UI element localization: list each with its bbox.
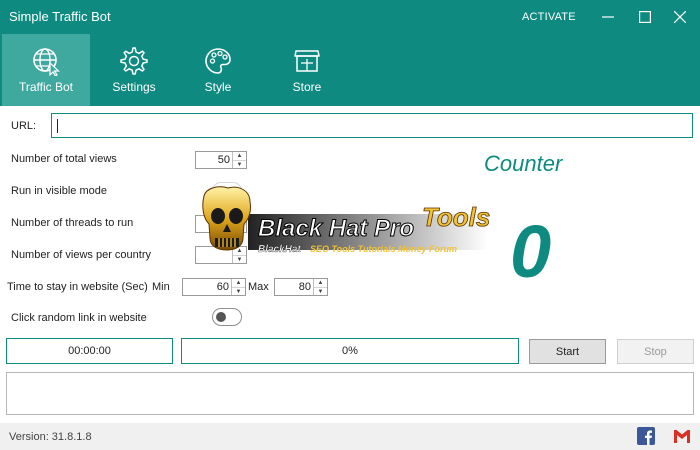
url-input[interactable] bbox=[51, 113, 693, 138]
counter-value: 0 bbox=[510, 210, 552, 293]
status-bar: Version: 31.8.1.8 bbox=[0, 423, 700, 450]
tab-style[interactable]: Style bbox=[174, 34, 262, 106]
gmail-icon[interactable] bbox=[672, 427, 690, 445]
random-link-toggle[interactable] bbox=[212, 308, 242, 326]
toggle-knob bbox=[216, 312, 226, 322]
max-stepper[interactable]: 80 ▲ ▼ bbox=[274, 278, 328, 296]
timer-value: 00:00:00 bbox=[68, 345, 111, 357]
visible-mode-label: Run in visible mode bbox=[11, 185, 107, 197]
nav-bar: Traffic Bot Settings Style Store bbox=[0, 34, 700, 106]
total-views-value: 50 bbox=[217, 154, 230, 166]
arrow-up-icon[interactable]: ▲ bbox=[232, 279, 245, 287]
progress-bar: 0% bbox=[181, 338, 519, 364]
random-link-label: Click random link in website bbox=[11, 312, 147, 324]
arrow-down-icon[interactable]: ▼ bbox=[233, 160, 246, 168]
text-caret bbox=[57, 119, 58, 133]
min-stepper[interactable]: 60 ▲ ▼ bbox=[182, 278, 246, 296]
activate-button[interactable]: ACTIVATE bbox=[522, 11, 576, 23]
views-per-country-label: Number of views per country bbox=[11, 249, 151, 261]
svg-text:Tools: Tools bbox=[422, 202, 490, 232]
tab-label: Store bbox=[292, 80, 322, 94]
close-button[interactable] bbox=[662, 0, 698, 34]
min-label: Min bbox=[152, 281, 170, 293]
stop-button[interactable]: Stop bbox=[617, 339, 694, 364]
url-label: URL: bbox=[11, 120, 37, 132]
min-value: 60 bbox=[216, 281, 229, 293]
timer-display: 00:00:00 bbox=[6, 338, 173, 364]
close-icon bbox=[674, 11, 686, 23]
max-value: 80 bbox=[298, 281, 311, 293]
stepper-arrows[interactable]: ▲▼ bbox=[231, 279, 245, 295]
stay-time-label: Time to stay in website (Sec) bbox=[7, 281, 148, 293]
svg-text:BlackHat: BlackHat bbox=[258, 244, 301, 255]
store-icon bbox=[291, 46, 323, 76]
tab-traffic-bot[interactable]: Traffic Bot bbox=[2, 34, 90, 106]
max-label: Max bbox=[248, 281, 269, 293]
minimize-icon bbox=[602, 16, 614, 18]
svg-text:Black Hat Pro: Black Hat Pro bbox=[258, 215, 414, 242]
tab-store[interactable]: Store bbox=[263, 34, 351, 106]
arrow-up-icon[interactable]: ▲ bbox=[314, 279, 327, 287]
total-views-label: Number of total views bbox=[11, 153, 117, 165]
stepper-arrows[interactable]: ▲▼ bbox=[232, 152, 246, 168]
maximize-icon bbox=[639, 11, 651, 23]
maximize-button[interactable] bbox=[627, 0, 663, 34]
progress-text: 0% bbox=[342, 345, 358, 357]
watermark-logo: Black Hat Pro Tools BlackHat SEO Tools T… bbox=[196, 186, 506, 268]
threads-label: Number of threads to run bbox=[11, 217, 134, 229]
skull-logo-icon: Black Hat Pro Tools BlackHat SEO Tools T… bbox=[202, 186, 491, 255]
globe-cursor-icon bbox=[30, 46, 62, 76]
counter-title: Counter bbox=[484, 151, 563, 176]
arrow-down-icon[interactable]: ▼ bbox=[314, 287, 327, 295]
svg-text:SEO Tools Tutorials Money Foru: SEO Tools Tutorials Money Forum bbox=[310, 244, 457, 254]
tab-settings[interactable]: Settings bbox=[90, 34, 178, 106]
palette-icon bbox=[202, 46, 234, 76]
arrow-down-icon[interactable]: ▼ bbox=[232, 287, 245, 295]
total-views-stepper[interactable]: 50 ▲ ▼ bbox=[195, 151, 247, 169]
start-button[interactable]: Start bbox=[529, 339, 606, 364]
log-output[interactable] bbox=[6, 372, 694, 415]
gear-icon bbox=[118, 46, 150, 76]
minimize-button[interactable] bbox=[590, 0, 626, 34]
arrow-up-icon[interactable]: ▲ bbox=[233, 152, 246, 160]
window-title: Simple Traffic Bot bbox=[9, 9, 111, 24]
facebook-icon[interactable] bbox=[637, 427, 655, 445]
stepper-arrows[interactable]: ▲▼ bbox=[313, 279, 327, 295]
version-label: Version: 31.8.1.8 bbox=[9, 431, 92, 443]
tab-label: Settings bbox=[112, 80, 156, 94]
tab-label: Traffic Bot bbox=[18, 80, 74, 94]
tab-label: Style bbox=[204, 80, 232, 94]
title-bar: Simple Traffic Bot ACTIVATE bbox=[0, 0, 700, 34]
